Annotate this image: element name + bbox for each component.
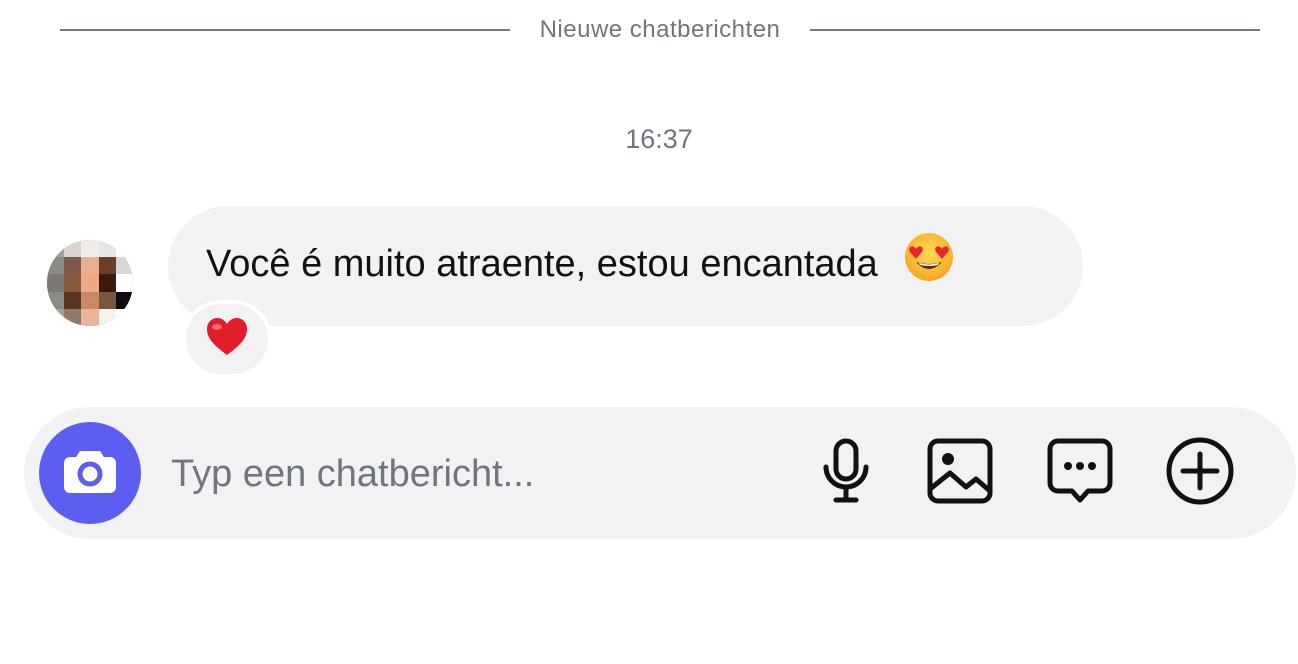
divider-line-right <box>810 29 1260 31</box>
new-messages-label: Nieuwe chatberichten <box>539 16 781 43</box>
heart-eyes-emoji-icon <box>904 232 954 292</box>
message-timestamp: 16:37 <box>625 124 693 154</box>
chat-button[interactable] <box>1042 435 1118 511</box>
microphone-icon <box>818 437 874 510</box>
message-input[interactable] <box>169 437 793 511</box>
plus-circle-icon <box>1165 436 1235 511</box>
new-messages-divider: Nieuwe chatberichten <box>60 10 1260 50</box>
image-button[interactable] <box>922 435 998 511</box>
divider-line-left <box>60 29 510 31</box>
camera-icon <box>62 447 118 500</box>
chat-bubble-icon <box>1046 437 1114 510</box>
avatar[interactable] <box>47 240 133 326</box>
message-text-wrap: Você é muito atraente, estou encantada <box>168 233 954 292</box>
image-icon <box>926 437 994 510</box>
plus-button[interactable] <box>1162 435 1238 511</box>
avatar-pixelated-image <box>47 240 133 326</box>
heart-reaction-icon <box>205 317 249 362</box>
microphone-button[interactable] <box>808 435 884 511</box>
message-reaction[interactable] <box>182 300 272 378</box>
camera-button[interactable] <box>39 422 141 524</box>
message-composer <box>24 407 1296 539</box>
message-bubble[interactable]: Você é muito atraente, estou encantada <box>168 206 1083 326</box>
message-text: Você é muito atraente, estou encantada <box>206 243 878 286</box>
